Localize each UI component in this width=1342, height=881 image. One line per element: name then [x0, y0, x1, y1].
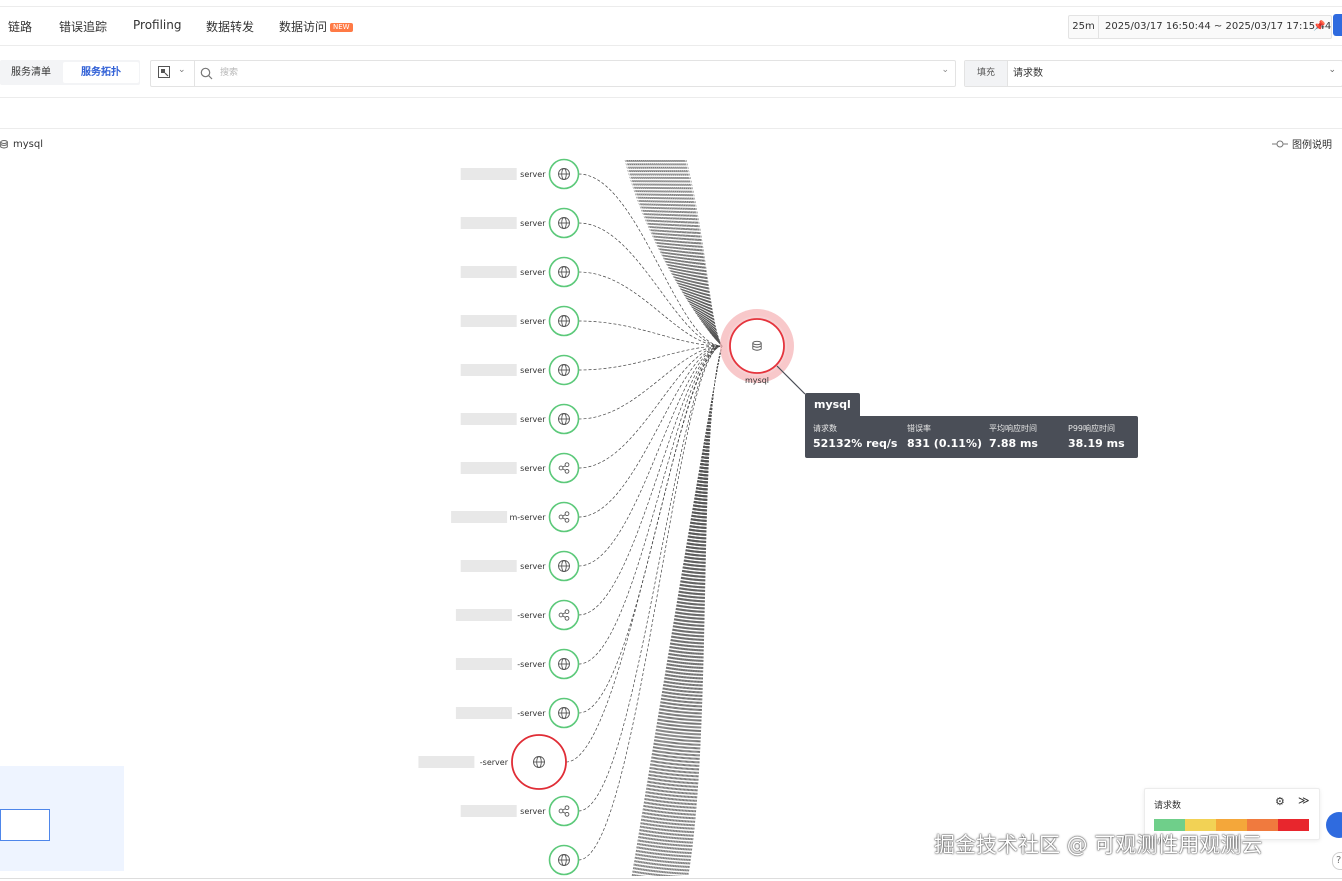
tooltip-metric: 错误率 831 (0.11%) [907, 423, 982, 450]
divider [0, 878, 1342, 879]
minimap[interactable] [0, 766, 124, 871]
redacted-name [418, 756, 475, 768]
node-label: server [520, 415, 546, 424]
service-node[interactable]: -server [455, 599, 580, 631]
service-node[interactable]: server [460, 207, 580, 239]
redacted-name [460, 462, 517, 474]
node-label: mysql [745, 376, 769, 385]
service-tooltip: 请求数 52132% req/s 错误率 831 (0.11%) 平均响应时间 … [805, 416, 1138, 458]
node-label: server [520, 170, 546, 179]
node-ring [548, 452, 580, 484]
metric-label: 错误率 [907, 424, 931, 433]
minimap-viewport[interactable] [0, 809, 50, 841]
redacted-name [460, 315, 517, 327]
metric-label: P99响应时间 [1068, 424, 1116, 433]
metric-value: 7.88 ms [989, 437, 1038, 450]
metric-value: 38.19 ms [1068, 437, 1125, 450]
collapse-icon[interactable]: ≫ [1298, 794, 1310, 807]
node-label: server [520, 219, 546, 228]
node-ring [548, 501, 580, 533]
metric-value: 831 (0.11%) [907, 437, 983, 450]
service-node[interactable]: server [460, 550, 580, 582]
redacted-name [455, 658, 512, 670]
node-label: -server [517, 611, 546, 620]
node-label: -server [517, 660, 546, 669]
edge-to-mysql [578, 345, 723, 665]
service-node[interactable]: -server [455, 697, 580, 729]
topology-graph[interactable]: server server server server server server serv… [0, 0, 1342, 881]
tooltip-pointer [776, 365, 806, 395]
metric-value: 52132% req/s [813, 437, 898, 450]
node-layer: server server server server server server serv… [418, 158, 580, 876]
node-ring [548, 599, 580, 631]
service-node[interactable] [548, 844, 580, 876]
mysql-node[interactable]: mysql [720, 309, 794, 385]
redacted-name [460, 266, 517, 278]
node-ring [729, 318, 785, 374]
node-label: server [520, 807, 546, 816]
node-label: -server [480, 758, 509, 767]
service-node[interactable]: m-server [451, 501, 580, 533]
service-node[interactable]: server [460, 354, 580, 386]
node-label: server [520, 562, 546, 571]
edge-to-mysql [578, 222, 723, 347]
service-node[interactable]: -server [455, 648, 580, 680]
edge-to-mysql [578, 345, 723, 420]
legend-title: 请求数 [1154, 801, 1182, 811]
redacted-name [460, 364, 517, 376]
redacted-name [451, 511, 508, 523]
service-node[interactable]: server [460, 403, 580, 435]
edge-layer [565, 159, 723, 877]
redacted-name [460, 805, 517, 817]
redacted-name [460, 168, 517, 180]
service-node[interactable]: -server [418, 734, 567, 790]
legend-color-swatch [1278, 819, 1309, 831]
node-label: server [520, 464, 546, 473]
watermark: 掘金技术社区 @ 可观测性用观测云 [934, 833, 1263, 857]
service-node[interactable]: server [460, 452, 580, 484]
node-label: server [520, 317, 546, 326]
redacted-name [460, 413, 517, 425]
tooltip-metric: 请求数 52132% req/s [813, 423, 897, 450]
tooltip-metric: P99响应时间 38.19 ms [1068, 423, 1125, 450]
node-label: -server [517, 709, 546, 718]
node-label: m-server [509, 513, 546, 522]
redacted-name [460, 217, 517, 229]
metric-label: 请求数 [813, 424, 837, 433]
service-node[interactable]: server [460, 795, 580, 827]
edge [632, 159, 723, 347]
service-node[interactable]: server [460, 158, 580, 190]
service-node[interactable]: server [460, 305, 580, 337]
help-icon[interactable]: ? [1332, 852, 1342, 870]
node-ring [548, 795, 580, 827]
edge-to-mysql [578, 345, 723, 616]
tooltip-title: mysql [805, 393, 860, 416]
gear-icon[interactable]: ⚙ [1275, 795, 1285, 808]
redacted-name [460, 560, 517, 572]
service-node[interactable]: server [460, 256, 580, 288]
redacted-name [455, 609, 512, 621]
node-label: server [520, 268, 546, 277]
redacted-name [455, 707, 512, 719]
metric-label: 平均响应时间 [989, 424, 1037, 433]
tooltip-metric: 平均响应时间 7.88 ms [989, 423, 1038, 450]
node-label: server [520, 366, 546, 375]
